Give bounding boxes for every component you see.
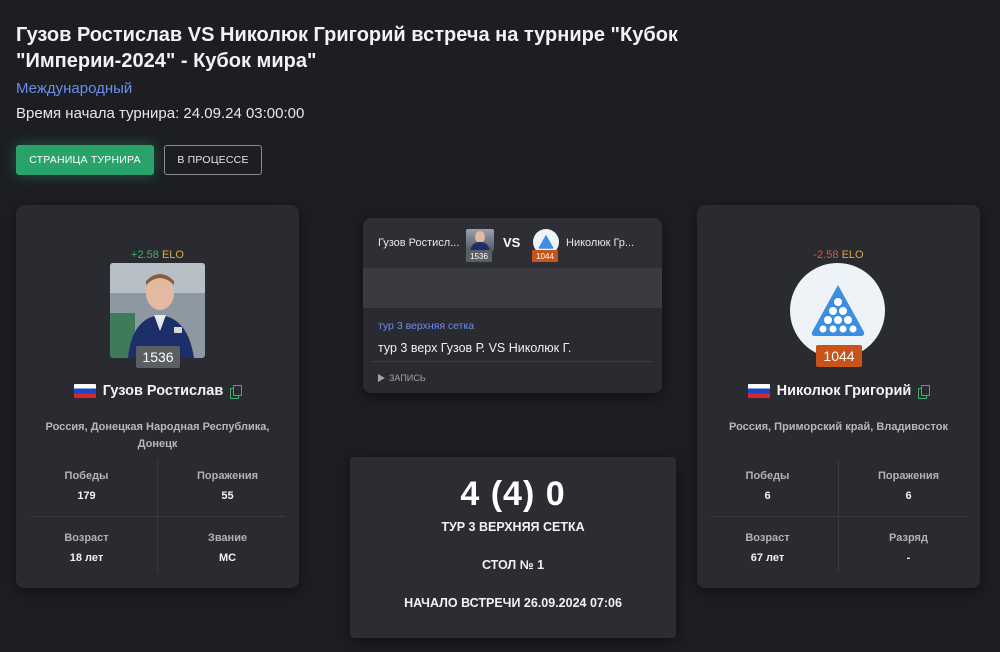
player2-name[interactable]: Николюк Григорий [777, 383, 912, 399]
player1-name[interactable]: Гузов Ростислав [103, 383, 224, 399]
stat-value: 6 [764, 490, 771, 502]
match-player1-name: Гузов Ростисл... [378, 237, 460, 249]
copy-icon[interactable] [230, 385, 243, 399]
player2-avatar[interactable] [790, 263, 885, 358]
player2-elo-value: -2.58 [813, 249, 839, 261]
match-card[interactable]: Гузов Ростисл... 1536 VS 1044 Николюк Гр… [363, 218, 662, 393]
stat-value: МС [218, 552, 237, 564]
vs-label: VS [503, 235, 521, 250]
page-title-line-1: Гузов Ростислав VS Николюк Григорий встр… [16, 24, 678, 46]
match-player2-name: Николюк Гр... [566, 237, 635, 249]
player1-elo-change: +2.58 ELO [16, 249, 299, 261]
player2-stat-rank: Разряд - [838, 532, 979, 564]
match-start-label: начало встречи 26.09.2024 07:06 [404, 596, 622, 610]
player1-location: Россия, Донецкая Народная Республика, До… [45, 421, 270, 450]
divider [711, 516, 966, 517]
match-card-header: Гузов Ростисл... 1536 VS 1044 Николюк Гр… [363, 218, 662, 268]
player1-stat-title: Звание МС [157, 532, 298, 564]
stat-value: 179 [77, 490, 96, 502]
stat-value: 55 [221, 490, 234, 502]
player1-name-row: Гузов Ростислав [16, 383, 299, 399]
stat-label: Поражения [877, 470, 940, 482]
player1-rating-badge: 1536 [136, 346, 180, 368]
page-title: Гузов Ростислав VS Николюк Григорий встр… [16, 22, 776, 74]
player1-elo-value: +2.58 [131, 249, 159, 261]
russia-flag-icon [73, 384, 96, 398]
stat-value: 18 лет [69, 552, 104, 564]
record-label: запись [389, 373, 426, 383]
player1-stats: Победы 179 Поражения 55 Возраст 18 лет З… [16, 460, 299, 584]
stat-label: Возраст [745, 532, 790, 544]
player2-rating-badge: 1044 [816, 345, 862, 367]
player2-mini-rating: 1044 [532, 250, 558, 262]
divider [371, 361, 654, 362]
round-label: тур 3 верхняя сетка [441, 520, 585, 534]
player2-stat-age: Возраст 67 лет [697, 532, 838, 564]
player1-card: +2.58 ELO 1536 Гузов Ростислав Россия, Д… [16, 205, 299, 588]
stat-value: 67 лет [750, 552, 785, 564]
match-score: 4 (4) 0 [460, 475, 566, 513]
player1-stat-wins: Победы 179 [16, 470, 157, 502]
player2-elo-unit: ELO [841, 249, 864, 261]
player2-card: -2.58 ELO 1044 Николюк Григорий Россия, … [697, 205, 980, 588]
stat-label: Победы [745, 470, 790, 482]
tournament-page-button[interactable]: Страница турнира [16, 145, 154, 175]
player2-location: Россия, Приморский край, Владивосток [729, 421, 948, 433]
page-title-line-2: "Империи-2024" - Кубок мира" [16, 50, 317, 72]
player1-mini-avatar [466, 229, 494, 251]
player2-stat-wins: Победы 6 [697, 470, 838, 502]
stat-label: Победы [64, 470, 109, 482]
player2-stats: Победы 6 Поражения 6 Возраст 67 лет Разр… [697, 460, 980, 584]
video-preview[interactable] [363, 268, 662, 308]
stat-label: Поражения [196, 470, 259, 482]
score-card: 4 (4) 0 тур 3 верхняя сетка стол № 1 нач… [350, 457, 676, 638]
player1-stat-losses: Поражения 55 [157, 470, 298, 502]
copy-icon[interactable] [918, 385, 931, 399]
table-label: стол № 1 [481, 558, 545, 572]
stat-label: Возраст [64, 532, 109, 544]
category-link[interactable]: Международный [16, 80, 132, 97]
russia-flag-icon [747, 384, 770, 398]
player1-elo-unit: ELO [161, 249, 184, 261]
stat-label: Разряд [889, 532, 928, 544]
divider [30, 516, 285, 517]
player2-stat-losses: Поражения 6 [838, 470, 979, 502]
billiard-triangle-icon [811, 284, 864, 336]
match-description: тур 3 верх Гузов Р. VS Николюк Г. [378, 341, 572, 355]
player1-mini-rating: 1536 [466, 250, 492, 262]
stat-value: - [906, 552, 911, 564]
play-icon [378, 374, 385, 382]
stat-label: Звание [207, 532, 248, 544]
player1-stat-age: Возраст 18 лет [16, 532, 157, 564]
round-link[interactable]: тур 3 верхняя сетка [378, 320, 474, 332]
status-button[interactable]: В процессе [164, 145, 262, 175]
stat-value: 6 [905, 490, 912, 502]
player1-avatar[interactable] [110, 263, 205, 358]
record-button[interactable]: запись [378, 373, 426, 383]
player2-name-row: Николюк Григорий [697, 383, 980, 399]
player2-elo-change: -2.58 ELO [697, 249, 980, 261]
tournament-start-time: Время начала турнира: 24.09.24 03:00:00 [16, 105, 305, 122]
